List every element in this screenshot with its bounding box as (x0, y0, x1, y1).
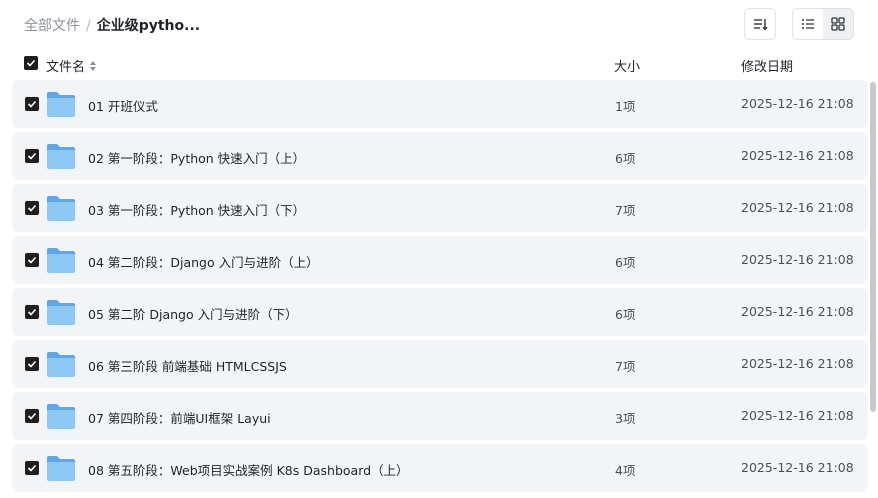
folder-icon (47, 300, 75, 325)
file-modified-date: 2025-12-16 21:08 (741, 304, 854, 319)
list-view-button[interactable] (793, 9, 823, 39)
file-row[interactable]: 08 第五阶段：Web项目实战案例 K8s Dashboard（上） 4项 2025… (12, 444, 868, 492)
file-size: 7项 (615, 203, 636, 218)
file-size: 6项 (615, 151, 636, 166)
file-row[interactable]: 07 第四阶段：前端UI框架 Layui 3项 2025-12-16 21:08 (12, 392, 868, 440)
breadcrumb: 全部文件 / 企业级pytho... (24, 15, 200, 35)
breadcrumb-current-folder: 企业级pytho... (96, 18, 201, 34)
file-modified-date: 2025-12-16 21:08 (741, 252, 854, 267)
file-row[interactable]: 06 第三阶段 前端基础 HTMLCSSJS 7项 2025-12-16 21:08 (12, 340, 868, 388)
breadcrumb-root-link[interactable]: 全部文件 (24, 18, 80, 34)
file-row[interactable]: 02 第一阶段：Python 快速入门（上） 6项 2025-12-16 21:08 (12, 132, 868, 180)
file-list: 01 开班仪式 1项 2025-12-16 21:08 02 第一阶段：Python … (12, 80, 868, 496)
row-checkbox[interactable] (25, 305, 39, 319)
file-name[interactable]: 07 第四阶段：前端UI框架 Layui (88, 408, 271, 427)
folder-icon (47, 456, 75, 481)
checkmark-icon (27, 412, 37, 420)
file-modified-date: 2025-12-16 21:08 (741, 200, 854, 215)
grid-view-icon (831, 17, 845, 31)
file-list-header: 文件名 大小 修改日期 (12, 50, 868, 78)
row-checkbox[interactable] (25, 253, 39, 267)
file-row[interactable]: 05 第二阶 Django 入门与进阶（下） 6项 2025-12-16 21:08 (12, 288, 868, 336)
checkmark-icon (26, 59, 36, 67)
file-row[interactable]: 03 第一阶段：Python 快速入门（下） 7项 2025-12-16 21:08 (12, 184, 868, 232)
row-checkbox[interactable] (25, 149, 39, 163)
checkmark-icon (27, 100, 37, 108)
file-modified-date: 2025-12-16 21:08 (741, 96, 854, 111)
row-checkbox[interactable] (25, 97, 39, 111)
column-header-name-label: 文件名 (46, 60, 86, 75)
sort-toggle-icon (90, 60, 97, 71)
checkmark-icon (27, 256, 37, 264)
file-name[interactable]: 05 第二阶 Django 入门与进阶（下） (88, 304, 298, 323)
top-bar: 全部文件 / 企业级pytho... (0, 0, 878, 48)
file-row[interactable]: 01 开班仪式 1项 2025-12-16 21:08 (12, 80, 868, 128)
file-name[interactable]: 06 第三阶段 前端基础 HTMLCSSJS (88, 356, 287, 375)
file-name[interactable]: 08 第五阶段：Web项目实战案例 K8s Dashboard（上） (88, 460, 409, 479)
file-size: 3项 (615, 411, 636, 426)
folder-icon (47, 352, 75, 377)
file-modified-date: 2025-12-16 21:08 (741, 408, 854, 423)
checkmark-icon (27, 360, 37, 368)
folder-icon (47, 248, 75, 273)
checkmark-icon (27, 308, 37, 316)
sort-button[interactable] (744, 8, 776, 40)
row-checkbox[interactable] (25, 201, 39, 215)
sort-lines-icon (754, 19, 768, 31)
file-name[interactable]: 02 第一阶段：Python 快速入门（上） (88, 148, 305, 167)
scrollbar[interactable] (870, 82, 876, 412)
file-size: 6项 (615, 255, 636, 270)
file-size: 4项 (615, 463, 636, 478)
checkmark-icon (27, 152, 37, 160)
column-header-modified[interactable]: 修改日期 (741, 56, 793, 75)
list-view-icon (802, 19, 814, 29)
checkmark-icon (27, 464, 37, 472)
view-mode-toggle (792, 8, 854, 40)
file-size: 1项 (615, 99, 636, 114)
column-header-size[interactable]: 大小 (614, 56, 640, 75)
file-modified-date: 2025-12-16 21:08 (741, 148, 854, 163)
row-checkbox[interactable] (25, 461, 39, 475)
checkmark-icon (27, 204, 37, 212)
file-name[interactable]: 03 第一阶段：Python 快速入门（下） (88, 200, 305, 219)
folder-icon (47, 196, 75, 221)
file-row[interactable]: 04 第二阶段：Django 入门与进阶（上） 6项 2025-12-16 21:0… (12, 236, 868, 284)
row-checkbox[interactable] (25, 409, 39, 423)
folder-icon (47, 92, 75, 117)
file-modified-date: 2025-12-16 21:08 (741, 356, 854, 371)
folder-icon (47, 144, 75, 169)
file-name[interactable]: 01 开班仪式 (88, 96, 158, 115)
file-modified-date: 2025-12-16 21:08 (741, 460, 854, 475)
folder-icon (47, 404, 75, 429)
file-name[interactable]: 04 第二阶段：Django 入门与进阶（上） (88, 252, 319, 271)
breadcrumb-separator: / (86, 18, 91, 34)
column-header-name[interactable]: 文件名 (46, 56, 97, 75)
file-size: 6项 (615, 307, 636, 322)
row-checkbox[interactable] (25, 357, 39, 371)
file-size: 7项 (615, 359, 636, 374)
grid-view-button[interactable] (823, 9, 853, 39)
select-all-checkbox[interactable] (24, 56, 38, 70)
